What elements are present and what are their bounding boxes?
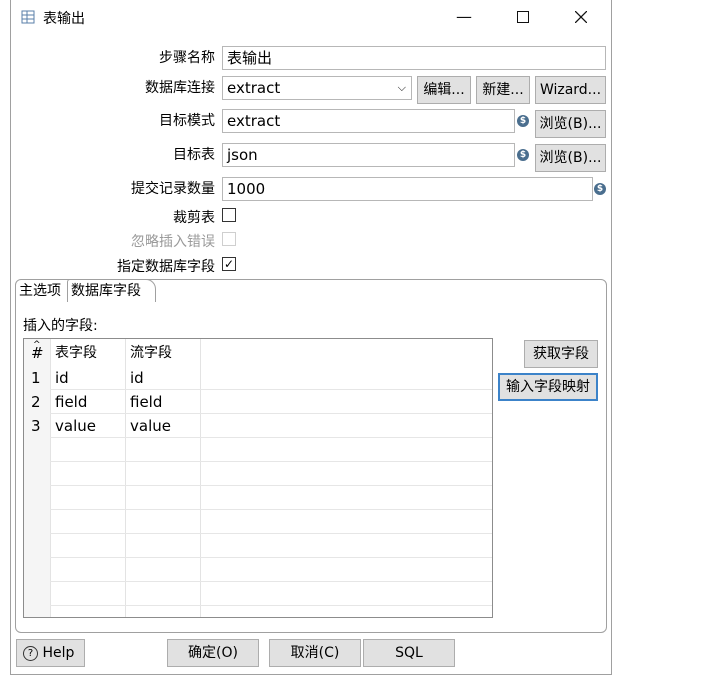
table-output-icon [21, 10, 35, 24]
target-table-label: 目标表 [173, 147, 215, 163]
specify-fields-checkbox[interactable]: ✓ [222, 257, 236, 271]
help-button[interactable]: ? Help [16, 639, 85, 667]
input-field-mapping-button[interactable]: 输入字段映射 [498, 373, 598, 401]
stream-field-cell[interactable]: value [130, 414, 171, 438]
tab-database-fields[interactable]: 数据库字段 [67, 279, 156, 302]
table-field-cell[interactable]: id [55, 366, 69, 390]
minimize-button[interactable]: — [449, 2, 479, 32]
sort-indicator-icon: ^ [33, 340, 41, 350]
row-divider [50, 389, 492, 390]
ok-button[interactable]: 确定(O) [167, 639, 259, 667]
check-icon: ✓ [223, 257, 235, 271]
minimize-icon: — [456, 7, 472, 26]
row-divider [50, 557, 492, 558]
help-label: Help [42, 645, 75, 661]
row-divider [50, 437, 492, 438]
target-schema-label: 目标模式 [159, 113, 215, 129]
table-field-cell[interactable]: value [55, 414, 96, 438]
close-button[interactable] [566, 2, 596, 32]
db-connection-value: extract [227, 79, 281, 97]
step-name-input[interactable]: 表输出 [222, 46, 606, 70]
tab-main-options[interactable]: 主选项 [16, 280, 64, 302]
commit-size-label: 提交记录数量 [131, 181, 215, 197]
ignore-errors-checkbox[interactable] [222, 232, 236, 246]
help-icon: ? [23, 645, 38, 661]
specify-fields-label: 指定数据库字段 [117, 259, 215, 275]
step-name-label: 步骤名称 [159, 50, 215, 66]
target-table-input[interactable]: json [222, 143, 515, 167]
row-divider [50, 605, 492, 606]
cancel-button[interactable]: 取消(C) [269, 639, 361, 667]
edit-connection-button[interactable]: 编辑... [417, 76, 471, 104]
variable-icon: $ [594, 183, 606, 195]
variable-icon: $ [517, 115, 529, 127]
new-connection-button[interactable]: 新建... [476, 76, 530, 104]
browse-schema-button[interactable]: 浏览(B)... [535, 110, 606, 138]
variable-icon: $ [517, 149, 529, 161]
row-divider [50, 461, 492, 462]
close-icon [574, 10, 588, 24]
commit-size-input[interactable]: 1000 [222, 177, 593, 201]
db-connection-label: 数据库连接 [145, 80, 215, 96]
ignore-errors-label: 忽略插入错误 [131, 234, 215, 250]
row-divider [50, 413, 492, 414]
window-title: 表输出 [43, 11, 85, 27]
column-header-table-field[interactable]: 表字段 [55, 341, 97, 365]
column-divider [50, 339, 51, 617]
target-schema-input[interactable]: extract [222, 109, 515, 133]
stream-field-cell[interactable]: field [130, 390, 162, 414]
row-divider [50, 581, 492, 582]
sql-button[interactable]: SQL [363, 639, 455, 667]
insert-fields-label: 插入的字段: [23, 318, 98, 334]
wizard-button[interactable]: Wizard... [535, 76, 606, 104]
db-connection-select[interactable]: extract ⌵ [222, 76, 412, 100]
column-divider [125, 339, 126, 617]
fields-table: # ^ 表字段 流字段 1 id id 2 field field 3 valu… [23, 338, 493, 618]
row-divider [50, 533, 492, 534]
table-field-cell[interactable]: field [55, 390, 87, 414]
truncate-label: 裁剪表 [173, 210, 215, 226]
row-number: 3 [31, 417, 41, 435]
row-divider [50, 509, 492, 510]
column-header-stream-field[interactable]: 流字段 [130, 341, 172, 365]
maximize-icon [517, 11, 529, 23]
browse-table-button[interactable]: 浏览(B)... [535, 144, 606, 172]
stream-field-cell[interactable]: id [130, 366, 144, 390]
row-number: 1 [31, 369, 41, 387]
truncate-checkbox[interactable] [222, 208, 236, 222]
table-output-dialog: 表输出 — 步骤名称 表输出 数据库连接 extract ⌵ 编辑... 新建.… [10, 0, 612, 675]
column-divider [200, 339, 201, 617]
maximize-button[interactable] [508, 2, 538, 32]
title-bar: 表输出 — [11, 0, 611, 36]
chevron-down-icon: ⌵ [397, 81, 406, 94]
get-fields-button[interactable]: 获取字段 [524, 340, 598, 368]
row-divider [50, 485, 492, 486]
row-number: 2 [31, 393, 41, 411]
